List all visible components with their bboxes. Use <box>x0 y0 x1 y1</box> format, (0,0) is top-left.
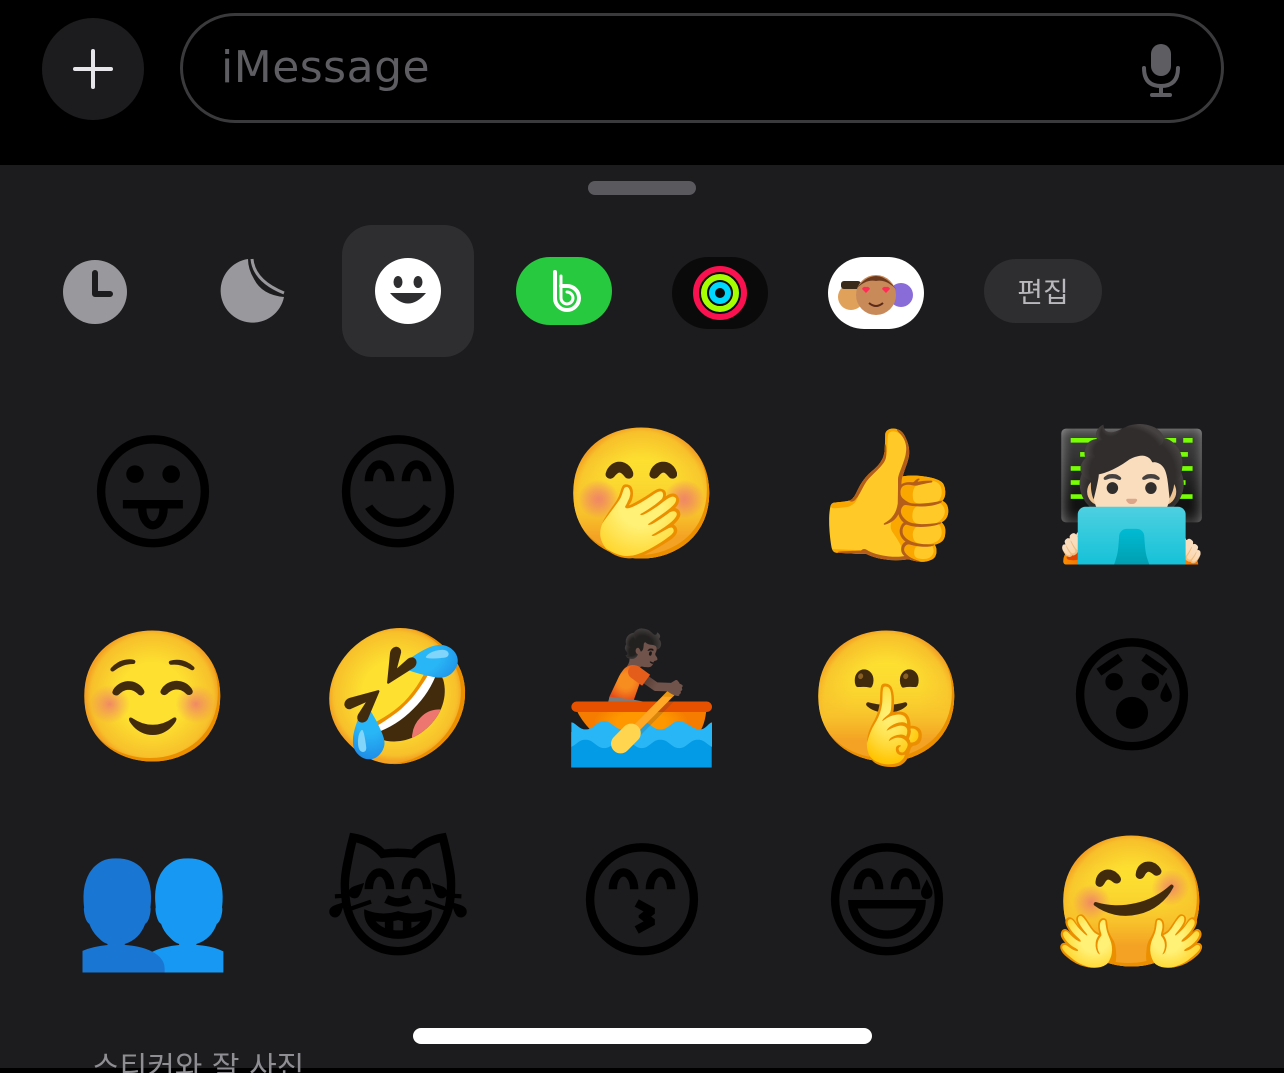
emoji-cat-tears-of-joy[interactable]: 😹 <box>298 813 498 993</box>
microphone-icon[interactable] <box>1141 42 1181 98</box>
app-memoji[interactable] <box>828 257 924 329</box>
app-drawer: 편집 😛 😊 🤭 👍 🧑🏻‍💻 ☺️ 🤣 🚣🏿 🤫 😰 👥 😹 😙 😅 🤗 스티… <box>0 165 1284 1073</box>
app-emoji[interactable] <box>342 225 474 357</box>
section-label: 스티커와 잘 사진 <box>92 1053 305 1073</box>
app-band[interactable] <box>516 257 612 325</box>
emoji-smiling-eyes[interactable]: 😊 <box>298 405 498 585</box>
emoji-shushing[interactable]: 🤫 <box>787 608 987 788</box>
emoji-hugging[interactable]: 🤗 <box>1032 813 1232 993</box>
add-attachment-button[interactable] <box>42 18 144 120</box>
activity-rings-icon <box>693 266 747 320</box>
smiley-icon <box>375 258 441 324</box>
message-input-bar: iMessage <box>0 0 1284 165</box>
emoji-anxious-sweat[interactable]: 😰 <box>1032 608 1232 788</box>
emoji-grid: 😛 😊 🤭 👍 🧑🏻‍💻 ☺️ 🤣 🚣🏿 🤫 😰 👥 😹 😙 😅 🤗 <box>0 405 1284 1025</box>
emoji-tongue-out[interactable]: 😛 <box>53 405 253 585</box>
emoji-kissing-smiling-eyes[interactable]: 😙 <box>542 813 742 993</box>
emoji-hand-over-mouth[interactable]: 🤭 <box>542 405 742 585</box>
edit-apps-button[interactable]: 편집 <box>984 259 1102 323</box>
app-strip: 편집 <box>0 225 1284 357</box>
memoji-stickers-icon <box>838 275 913 315</box>
emoji-rolling-laughing[interactable]: 🤣 <box>298 608 498 788</box>
app-activity[interactable] <box>672 257 768 329</box>
emoji-grinning-sweat[interactable]: 😅 <box>787 813 987 993</box>
stickers-icon <box>220 258 285 323</box>
emoji-technologist[interactable]: 🧑🏻‍💻 <box>1032 405 1232 585</box>
plus-icon <box>73 49 113 89</box>
imessage-text-field[interactable]: iMessage <box>180 13 1224 123</box>
emoji-thumbs-up[interactable]: 👍 <box>787 405 987 585</box>
home-indicator[interactable] <box>413 1028 872 1044</box>
emoji-rowing-boat[interactable]: 🚣🏿 <box>542 608 742 788</box>
emoji-smiling-face[interactable]: ☺️ <box>53 608 253 788</box>
drawer-grabber[interactable] <box>588 181 696 195</box>
app-recents[interactable] <box>62 259 128 325</box>
imessage-placeholder: iMessage <box>221 42 431 93</box>
app-stickers[interactable] <box>218 257 286 325</box>
emoji-busts[interactable]: 👥 <box>53 813 253 993</box>
band-app-icon <box>553 270 581 312</box>
clock-icon <box>63 260 127 324</box>
